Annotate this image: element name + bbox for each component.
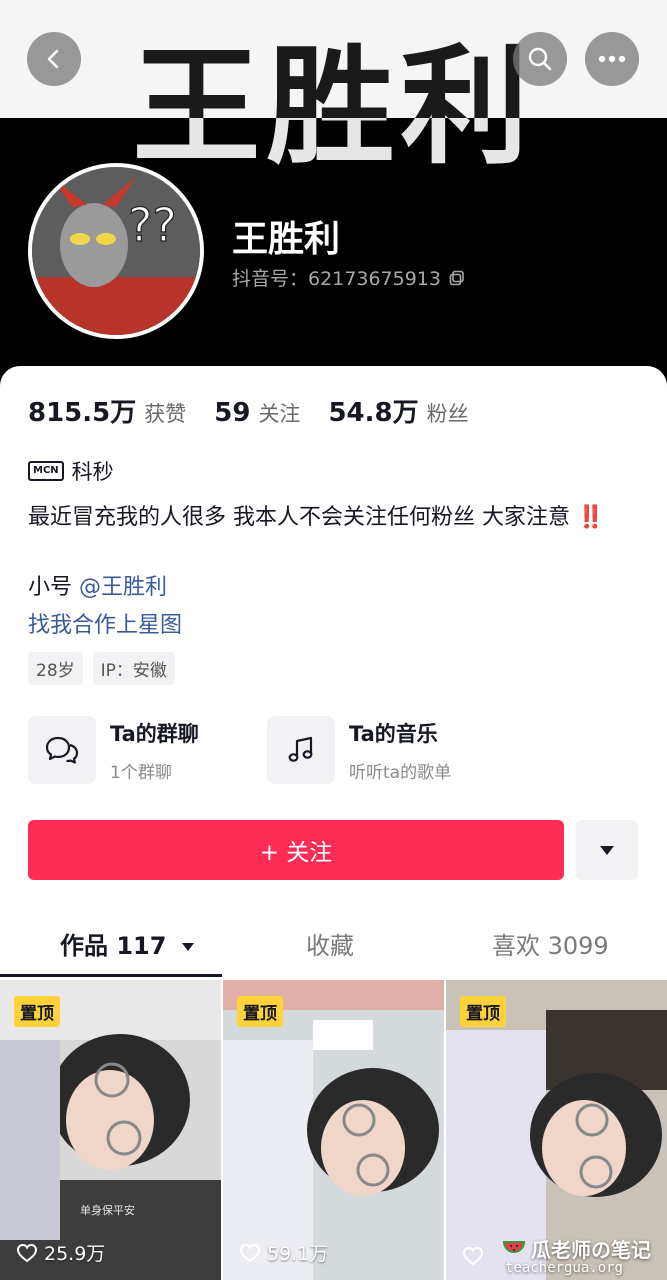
- tab-works-label: 作品 117: [60, 932, 167, 960]
- pinned-badge: 置顶: [14, 996, 60, 1027]
- stat-following-value: 59: [214, 398, 251, 428]
- music-subtitle: 听听ta的歌单: [349, 762, 452, 783]
- group-chat-entry[interactable]: Ta的群聊 1个群聊: [28, 716, 199, 784]
- music-title: Ta的音乐: [349, 721, 438, 746]
- svg-text:??: ??: [128, 198, 177, 252]
- douyin-id[interactable]: 抖音号：62173675913: [232, 264, 465, 291]
- collab-link[interactable]: 找我合作上星图: [28, 610, 182, 642]
- watermark: 瓜老师の笔记: [503, 1234, 651, 1263]
- pinned-badge: 置顶: [460, 996, 506, 1027]
- tab-works[interactable]: 作品 117: [60, 926, 195, 961]
- stat-followers-value: 54.8万: [328, 398, 419, 428]
- chevron-left-icon: [47, 49, 59, 69]
- music-entry[interactable]: Ta的音乐 听听ta的歌单: [267, 716, 451, 784]
- music-note-icon: [288, 736, 313, 762]
- stat-followers-label: 粉丝: [426, 402, 469, 426]
- tab-liked[interactable]: 喜欢 3099: [492, 926, 609, 961]
- alt-account-line: 小号 @王胜利: [28, 572, 167, 604]
- pinned-badge: 置顶: [237, 996, 283, 1027]
- stat-following-label: 关注: [258, 402, 301, 426]
- back-button[interactable]: [27, 32, 81, 86]
- video-likes-count: 59.1万: [267, 1243, 329, 1265]
- tags-row: 28岁 IP：安徽: [28, 652, 175, 685]
- mcn-icon: MCN: [28, 461, 64, 481]
- ip-tag: IP：安徽: [92, 652, 175, 685]
- bio-text: 最近冒充我的人很多 我本人不会关注任何粉丝 大家注意 ‼️: [28, 500, 638, 535]
- avatar[interactable]: ??: [28, 163, 204, 339]
- tab-indicator: [0, 974, 222, 977]
- mcn-row[interactable]: MCN 科秒: [28, 456, 114, 486]
- copy-icon[interactable]: [449, 270, 465, 286]
- search-icon: [528, 47, 552, 71]
- profile-name: 王胜利: [232, 219, 341, 260]
- video-likes: [462, 1246, 490, 1266]
- more-button[interactable]: [585, 32, 639, 86]
- watermark-url: teachergua.org: [504, 1260, 623, 1276]
- group-chat-title: Ta的群聊: [110, 721, 199, 746]
- video-likes: 25.9万: [16, 1239, 105, 1266]
- group-chat-subtitle: 1个群聊: [110, 762, 172, 783]
- chat-icon: [45, 736, 79, 764]
- heart-outline-icon: [239, 1243, 261, 1262]
- avatar-image-icon: ??: [32, 167, 200, 335]
- watermelon-icon: [503, 1240, 525, 1253]
- video-likes-count: 25.9万: [44, 1243, 106, 1265]
- video-likes: 59.1万: [239, 1239, 328, 1266]
- stat-likes-value: 815.5万: [28, 398, 137, 428]
- stat-followers[interactable]: 54.8万 粉丝: [328, 392, 468, 429]
- caret-down-icon: [600, 846, 614, 855]
- stat-likes[interactable]: 815.5万 获赞: [28, 392, 186, 429]
- video-thumbnail[interactable]: 置顶 59.1万: [223, 980, 444, 1280]
- stats-row: 815.5万 获赞 59 关注 54.8万 粉丝: [28, 392, 469, 429]
- content-tabs: 作品 117 收藏 喜欢 3099: [0, 918, 667, 978]
- stat-likes-label: 获赞: [144, 402, 187, 426]
- feature-icon-box: [267, 716, 335, 784]
- alt-account-mention[interactable]: @王胜利: [79, 575, 167, 600]
- heart-outline-icon: [462, 1246, 484, 1266]
- double-exclamation-icon: ‼️: [577, 505, 605, 530]
- heart-outline-icon: [16, 1243, 38, 1262]
- video-caption: 单身保平安: [80, 1204, 135, 1217]
- more-dots-icon: [598, 55, 626, 63]
- tab-favorites[interactable]: 收藏: [306, 926, 354, 961]
- music-text: Ta的音乐 听听ta的歌单: [349, 718, 451, 783]
- feature-icon-box: [28, 716, 96, 784]
- follow-button[interactable]: + 关注: [28, 820, 564, 880]
- alt-account-prefix: 小号: [28, 575, 73, 600]
- watermark-text: 瓜老师の笔记: [531, 1238, 651, 1262]
- douyin-id-text: 抖音号：62173675913: [232, 268, 441, 290]
- stat-following[interactable]: 59 关注: [214, 398, 300, 428]
- recommend-dropdown-button[interactable]: [576, 820, 638, 880]
- search-button[interactable]: [513, 32, 567, 86]
- caret-down-icon: [181, 943, 194, 951]
- group-chat-text: Ta的群聊 1个群聊: [110, 718, 199, 783]
- mcn-name: 科秒: [71, 460, 114, 484]
- age-tag: 28岁: [28, 652, 83, 685]
- video-thumbnail[interactable]: 置顶 单身保平安 25.9万: [0, 980, 221, 1280]
- bio-main: 最近冒充我的人很多 我本人不会关注任何粉丝 大家注意: [28, 505, 570, 530]
